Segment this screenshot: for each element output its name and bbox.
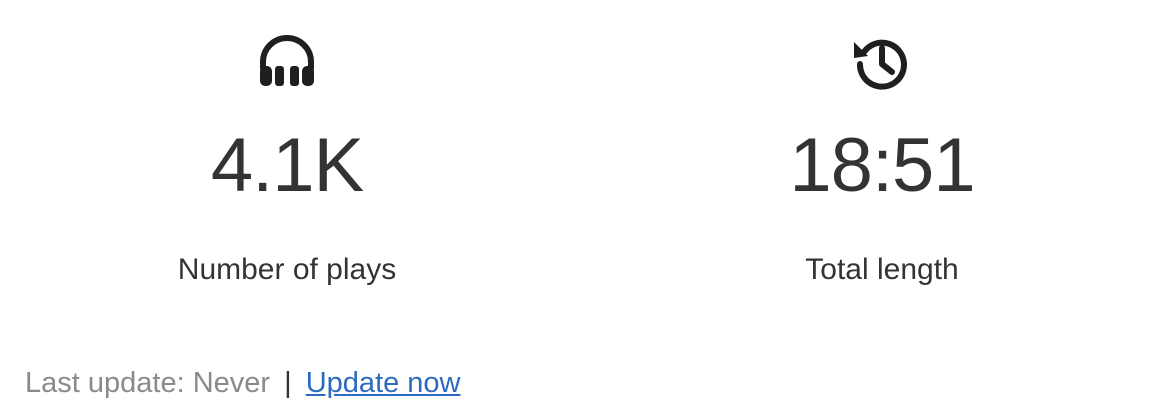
stat-total-length: 18:51 Total length [722, 30, 1042, 287]
update-now-link[interactable]: Update now [306, 367, 461, 399]
history-icon [850, 30, 914, 94]
plays-label: Number of plays [177, 253, 397, 286]
last-update-value: Never [192, 367, 271, 399]
headphones-icon [255, 30, 319, 94]
plays-value: 4.1K [210, 123, 364, 208]
update-footer: Last update: Never | Update now [25, 365, 461, 401]
length-label: Total length [805, 253, 959, 286]
length-value: 18:51 [789, 123, 975, 208]
footer-separator: | [284, 367, 292, 399]
stat-number-of-plays: 4.1K Number of plays [127, 30, 447, 287]
last-update-label: Last update: [25, 367, 185, 399]
stats-panel: 4.1K Number of plays 18:51 Total length [0, 0, 1152, 300]
